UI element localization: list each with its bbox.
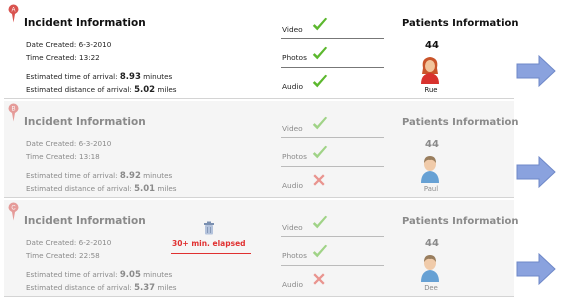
map-pin-icon: C (8, 202, 19, 221)
elapsed-warning: 30+ min. elapsed (172, 239, 246, 248)
media-video-label[interactable]: Video (282, 25, 303, 34)
patient-name: Dee (424, 284, 438, 292)
time-created: Time Created: 13:18 (26, 152, 100, 161)
estimated-time: Estimated time of arrival: 8.92 minutes (26, 171, 173, 181)
media-divider (281, 137, 384, 138)
cross-icon (311, 271, 329, 289)
estimated-distance: Estimated distance of arrival: 5.02 mile… (26, 85, 177, 95)
patient-count: 44 (425, 40, 439, 51)
media-divider (281, 166, 384, 167)
patient-count: 44 (425, 139, 439, 150)
time-created: Time Created: 22:58 (26, 251, 100, 260)
map-pin-icon: A (8, 4, 19, 23)
estimated-time: Estimated time of arrival: 8.93 minutes (26, 72, 173, 82)
estimated-distance: Estimated distance of arrival: 5.37 mile… (26, 283, 177, 293)
incident-card[interactable]: C Incident Information Date Created: 6-2-… (4, 200, 519, 297)
media-photos-label[interactable]: Photos (282, 152, 307, 161)
media-divider (281, 38, 384, 39)
estimated-distance: Estimated distance of arrival: 5.01 mile… (26, 184, 177, 194)
patient-name: Rue (424, 86, 438, 94)
patients-title: Patients Information (402, 18, 519, 29)
time-created: Time Created: 13:22 (26, 53, 100, 62)
check-icon (311, 144, 329, 162)
female-patient-avatar[interactable] (419, 54, 441, 84)
media-photos-label[interactable]: Photos (282, 53, 307, 62)
media-video-label[interactable]: Video (282, 124, 303, 133)
forward-arrow-icon[interactable] (515, 155, 557, 189)
male-patient-avatar[interactable] (419, 252, 441, 282)
male-patient-avatar[interactable] (419, 153, 441, 183)
media-photos-label[interactable]: Photos (282, 251, 307, 260)
patient-name: Paul (423, 185, 439, 193)
media-video-label[interactable]: Video (282, 223, 303, 232)
estimated-time: Estimated time of arrival: 9.05 minutes (26, 270, 173, 280)
pin-letter: A (11, 8, 15, 14)
forward-arrow-icon[interactable] (515, 54, 557, 88)
elapsed-divider (171, 253, 251, 254)
incident-title: Incident Information (24, 116, 146, 128)
patients-title: Patients Information (402, 117, 519, 128)
trash-icon[interactable] (203, 220, 215, 235)
check-icon (311, 73, 329, 91)
pin-letter: B (11, 107, 15, 113)
date-created: Date Created: 6-3-2010 (26, 139, 112, 148)
patient-count: 44 (425, 238, 439, 249)
media-divider (281, 67, 384, 68)
check-icon (311, 16, 329, 34)
date-created: Date Created: 6-3-2010 (26, 40, 112, 49)
patients-title: Patients Information (402, 216, 519, 227)
map-pin-icon: B (8, 103, 19, 122)
media-divider (281, 265, 384, 266)
check-icon (311, 214, 329, 232)
incident-card[interactable]: A Incident Information Date Created: 6-3-… (4, 2, 519, 99)
incident-title: Incident Information (24, 215, 146, 227)
incident-card[interactable]: B Incident Information Date Created: 6-3-… (4, 101, 519, 198)
check-icon (311, 243, 329, 261)
check-icon (311, 115, 329, 133)
media-divider (281, 236, 384, 237)
cross-icon (311, 172, 329, 190)
check-icon (311, 45, 329, 63)
media-audio-label[interactable]: Audio (282, 181, 303, 190)
incident-title: Incident Information (24, 17, 146, 29)
pin-letter: C (11, 206, 16, 212)
media-audio-label[interactable]: Audio (282, 82, 303, 91)
forward-arrow-icon[interactable] (515, 252, 557, 286)
media-audio-label[interactable]: Audio (282, 280, 303, 289)
date-created: Date Created: 6-2-2010 (26, 238, 112, 247)
